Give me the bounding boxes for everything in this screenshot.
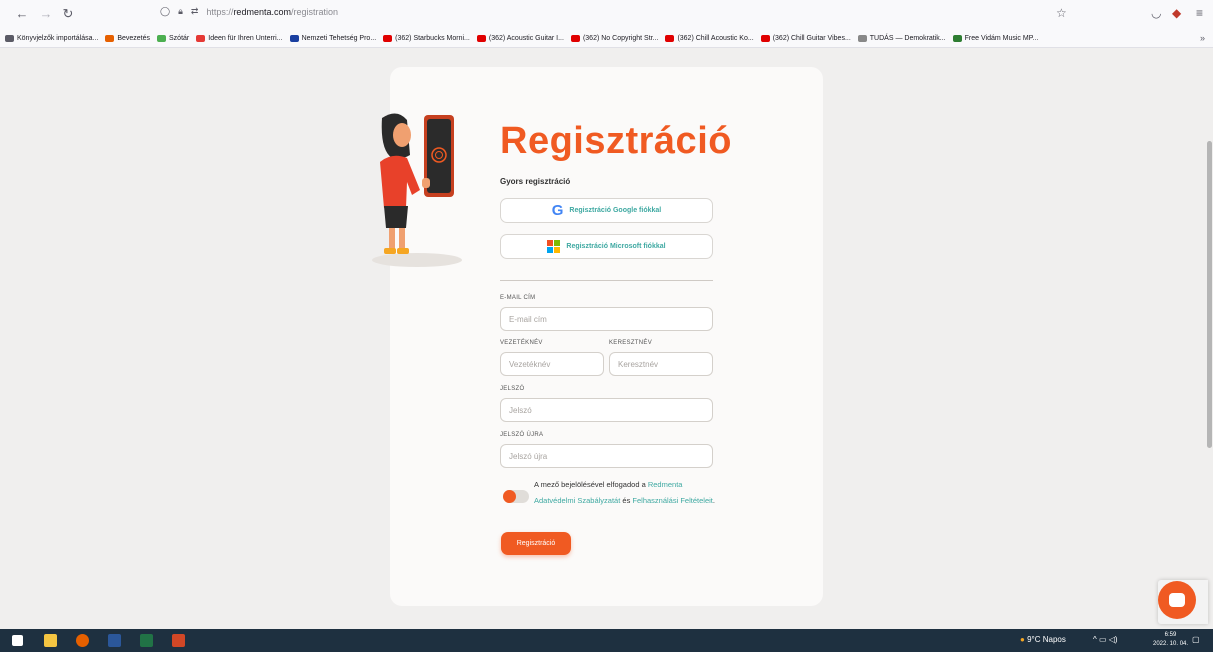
bookmark-item[interactable]: Bevezetés [105,35,150,42]
pocket-icon[interactable]: ◡ [1151,6,1161,20]
bookmark-icon [157,35,167,42]
browser-toolbar: ← → ↻ ◯ 🔒︎ ⇄ https://redmenta.com/regist… [0,0,1213,30]
bookmark-item[interactable]: (362) No Copyright Str... [570,35,659,42]
back-icon[interactable]: ← [14,6,30,21]
bookmark-icon [665,35,675,42]
windows-taskbar: ● 9°C Napos ^ ▭ ◁) 6:59 2022. 10. 04. ▢ [0,629,1213,652]
bookmark-label: (362) Starbucks Morni... [395,35,470,42]
bookmark-label: (362) Acoustic Guitar I... [488,35,564,42]
microsoft-signup-button[interactable]: Regisztráció Microsoft fiókkal [500,234,713,259]
register-button[interactable]: Regisztráció [501,532,571,555]
bookmark-label: TUDÁS — Demokratik... [869,35,946,42]
bookmark-label: (362) Chill Guitar Vibes... [772,35,851,42]
email-field[interactable] [500,307,713,331]
firstname-label: KERESZTNÉV [609,340,653,346]
bookmark-label: Könyvjelzők importálása... [17,35,99,42]
address-bar[interactable]: ◯ 🔒︎ ⇄ https://redmenta.com/registration [160,6,338,17]
chat-button[interactable] [1158,581,1196,619]
bookmark-item[interactable]: (362) Chill Guitar Vibes... [760,35,851,42]
bookmark-item[interactable]: (362) Starbucks Morni... [383,35,470,42]
shield-icon: ◯ [160,6,171,16]
menu-icon[interactable]: ≡ [1196,6,1203,20]
bookmark-icon [570,35,580,42]
toggle-knob [503,490,516,503]
password-confirm-field[interactable] [500,444,713,468]
microsoft-icon [547,240,561,253]
bookmark-item[interactable]: Ideen für Ihren Unterri... [196,35,283,42]
bookmark-item[interactable]: (362) Chill Acoustic Ko... [665,35,754,42]
bookmark-label: (362) No Copyright Str... [582,35,659,42]
microsoft-button-label: Regisztráció Microsoft fiókkal [566,243,666,250]
clock[interactable]: 6:59 2022. 10. 04. [1153,631,1188,649]
bookmark-item[interactable]: Szótár [157,35,189,42]
bookmark-item[interactable]: Nemzeti Tehetség Pro... [289,35,377,42]
scrollbar-thumb[interactable] [1207,141,1212,448]
bookmark-icon [289,35,299,42]
powerpoint-icon[interactable] [172,634,185,647]
password-field[interactable] [500,398,713,422]
url-text: https://redmenta.com/registration [206,6,338,17]
extension-icon[interactable]: ◆ [1172,6,1181,20]
bookmarks-overflow-icon[interactable]: » [1200,33,1205,43]
divider [500,280,713,281]
lastname-field[interactable] [500,352,604,376]
start-icon[interactable] [12,635,23,646]
notification-icon[interactable]: ▢ [1192,635,1200,644]
bookmark-label: Nemzeti Tehetség Pro... [301,35,377,42]
forward-icon[interactable]: → [38,6,54,21]
bookmark-star-icon[interactable]: ☆ [1056,6,1067,20]
tray-icons[interactable]: ^ ▭ ◁) [1093,635,1118,644]
bookmark-icon [952,35,962,42]
bookmark-icon [383,35,393,42]
bookmark-item[interactable]: TUDÁS — Demokratik... [857,35,946,42]
weather-widget[interactable]: ● 9°C Napos [1020,635,1066,644]
quick-registration-heading: Gyors regisztráció [500,177,571,186]
permissions-icon: ⇄ [190,6,199,16]
excel-icon[interactable] [140,634,153,647]
bookmark-icon [857,35,867,42]
password-label: JELSZÓ [500,386,525,392]
file-explorer-icon[interactable] [44,634,57,647]
bookmark-icon [476,35,486,42]
bookmark-item[interactable]: (362) Acoustic Guitar I... [476,35,564,42]
bookmark-icon [196,35,206,42]
bookmark-label: Free Vidám Music MP... [964,35,1039,42]
password-confirm-label: JELSZÓ ÚJRA [500,432,544,438]
lock-icon: 🔒︎ [178,6,183,16]
bookmark-icon [760,35,770,42]
email-label: E-MAIL CÍM [500,295,536,301]
reload-icon[interactable]: ↻ [60,6,76,22]
bookmark-icon [105,35,115,42]
scrollbar[interactable] [1206,49,1213,629]
terms-link[interactable]: Felhasználási Feltételeit [632,496,712,505]
firstname-field[interactable] [609,352,713,376]
bookmark-label: Bevezetés [117,35,151,42]
bookmarks-bar: Könyvjelzők importálása... Bevezetés Szótá… [0,30,1213,48]
google-button-label: Regisztráció Google fiókkal [569,207,662,214]
bookmark-icon [5,35,14,42]
page-title: Regisztráció [500,120,732,162]
bookmark-label: Szótár [169,35,190,42]
word-icon[interactable] [108,634,121,647]
consent-toggle[interactable] [503,490,529,503]
firefox-icon[interactable] [76,634,89,647]
bookmark-label: Ideen für Ihren Unterri... [208,35,283,42]
lastname-label: VEZETÉKNÉV [500,340,543,346]
illustration [372,113,462,267]
bookmark-item[interactable]: Free Vidám Music MP... [952,35,1039,42]
consent-text: A mező bejelölésével elfogadod a Redment… [534,480,715,505]
sun-icon: ● [1020,635,1025,644]
google-icon: G [551,202,564,219]
bookmark-label: (362) Chill Acoustic Ko... [677,35,754,42]
chat-icon [1169,593,1185,607]
google-signup-button[interactable]: G Regisztráció Google fiókkal [500,198,713,223]
bookmark-item[interactable]: Könyvjelzők importálása... [5,35,98,42]
